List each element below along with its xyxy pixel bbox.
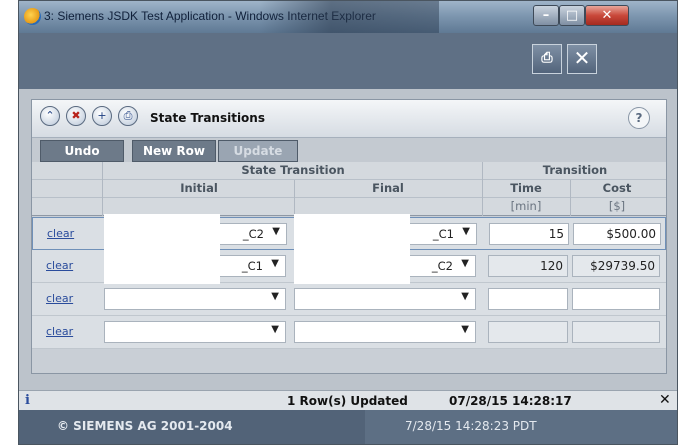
status-timestamp: 07/28/15 14:28:17: [449, 394, 572, 408]
close-app-button[interactable]: ✕: [567, 44, 597, 74]
table-row: clear ▼ ▼: [32, 316, 666, 349]
clear-link[interactable]: clear: [46, 292, 73, 305]
cost-input[interactable]: [572, 321, 660, 343]
time-header: Time: [510, 181, 542, 195]
dropdown-arrow-icon: ▼: [462, 226, 470, 237]
dropdown-arrow-icon: ▼: [461, 258, 469, 269]
column-divider: [102, 162, 103, 216]
add-icon[interactable]: +: [92, 106, 112, 126]
print-icon[interactable]: ⎙: [118, 106, 138, 126]
final-header: Final: [372, 181, 404, 195]
maximize-button[interactable]: □: [559, 5, 585, 26]
info-icon: i: [25, 393, 30, 408]
initial-select[interactable]: ▼: [104, 321, 286, 343]
cost-header: Cost: [602, 181, 632, 195]
dropdown-arrow-icon: ▼: [271, 324, 279, 335]
browser-window: 3: Siemens JSDK Test Application - Windo…: [18, 0, 678, 445]
state-transitions-panel: ⌃ ✖ + ⎙ State Transitions ? Undo New Row…: [31, 99, 667, 374]
dismiss-status-icon[interactable]: ✕: [659, 392, 671, 408]
cost-input[interactable]: $29739.50: [572, 255, 660, 277]
print-button[interactable]: ⎙: [532, 44, 562, 74]
initial-value: _C2: [242, 227, 264, 241]
footer: © SIEMENS AG 2001-2004 7/28/15 14:28:23 …: [19, 410, 677, 444]
clear-link[interactable]: clear: [46, 259, 73, 272]
final-value: _C1: [432, 227, 454, 241]
title-bar-shade: [259, 1, 439, 33]
footer-datetime: 7/28/15 14:28:23 PDT: [405, 419, 537, 433]
app-toolbar: ⎙ ✕: [19, 33, 677, 89]
internet-explorer-icon: [24, 8, 41, 25]
time-input[interactable]: 120: [488, 255, 568, 277]
table-row: clear ▼ ▼: [32, 283, 666, 316]
final-select[interactable]: ▼: [294, 321, 476, 343]
transition-header: Transition: [542, 163, 608, 177]
cost-input[interactable]: $500.00: [573, 223, 661, 245]
state-transition-header: State Transition: [241, 163, 345, 177]
panel-title: State Transitions: [150, 111, 265, 125]
dropdown-arrow-icon: ▼: [272, 226, 280, 237]
dropdown-arrow-icon: ▼: [461, 324, 469, 335]
close-window-button[interactable]: ✕: [585, 5, 629, 26]
delete-icon[interactable]: ✖: [66, 106, 86, 126]
footer-left: © SIEMENS AG 2001-2004: [19, 410, 365, 444]
time-input[interactable]: [488, 288, 568, 310]
column-divider: [482, 162, 483, 216]
cost-input[interactable]: [572, 288, 660, 310]
initial-header: Initial: [180, 181, 218, 195]
copyright-text: © SIEMENS AG 2001-2004: [57, 419, 233, 433]
help-icon[interactable]: ?: [628, 107, 650, 129]
minimize-button[interactable]: –: [533, 5, 559, 26]
final-value: _C2: [431, 259, 453, 273]
column-divider: [570, 180, 571, 216]
time-unit: [min]: [510, 199, 542, 213]
dropdown-arrow-icon: ▼: [271, 258, 279, 269]
status-bar: i 1 Row(s) Updated 07/28/15 14:28:17 ✕: [19, 390, 677, 410]
cost-unit: [$]: [608, 199, 626, 213]
redaction-mask: [104, 214, 220, 284]
dropdown-arrow-icon: ▼: [461, 291, 469, 302]
collapse-icon[interactable]: ⌃: [40, 106, 60, 126]
update-button[interactable]: Update: [218, 140, 298, 162]
initial-value: _C1: [241, 259, 263, 273]
time-input[interactable]: [488, 321, 568, 343]
initial-select[interactable]: ▼: [104, 288, 286, 310]
new-row-button[interactable]: New Row: [132, 140, 216, 162]
final-select[interactable]: ▼: [294, 288, 476, 310]
undo-button[interactable]: Undo: [40, 140, 124, 162]
dropdown-arrow-icon: ▼: [271, 291, 279, 302]
status-message: 1 Row(s) Updated: [287, 394, 408, 408]
group-header-row: State Transition Transition: [32, 162, 666, 180]
column-divider: [294, 180, 295, 216]
panel-header: ⌃ ✖ + ⎙ State Transitions ?: [32, 100, 666, 138]
title-bar: 3: Siemens JSDK Test Application - Windo…: [19, 1, 677, 33]
clear-link[interactable]: clear: [46, 325, 73, 338]
redaction-mask: [294, 214, 410, 284]
clear-link[interactable]: clear: [47, 227, 74, 240]
time-input[interactable]: 15: [489, 223, 569, 245]
action-tabs: Undo New Row Update: [32, 138, 666, 162]
